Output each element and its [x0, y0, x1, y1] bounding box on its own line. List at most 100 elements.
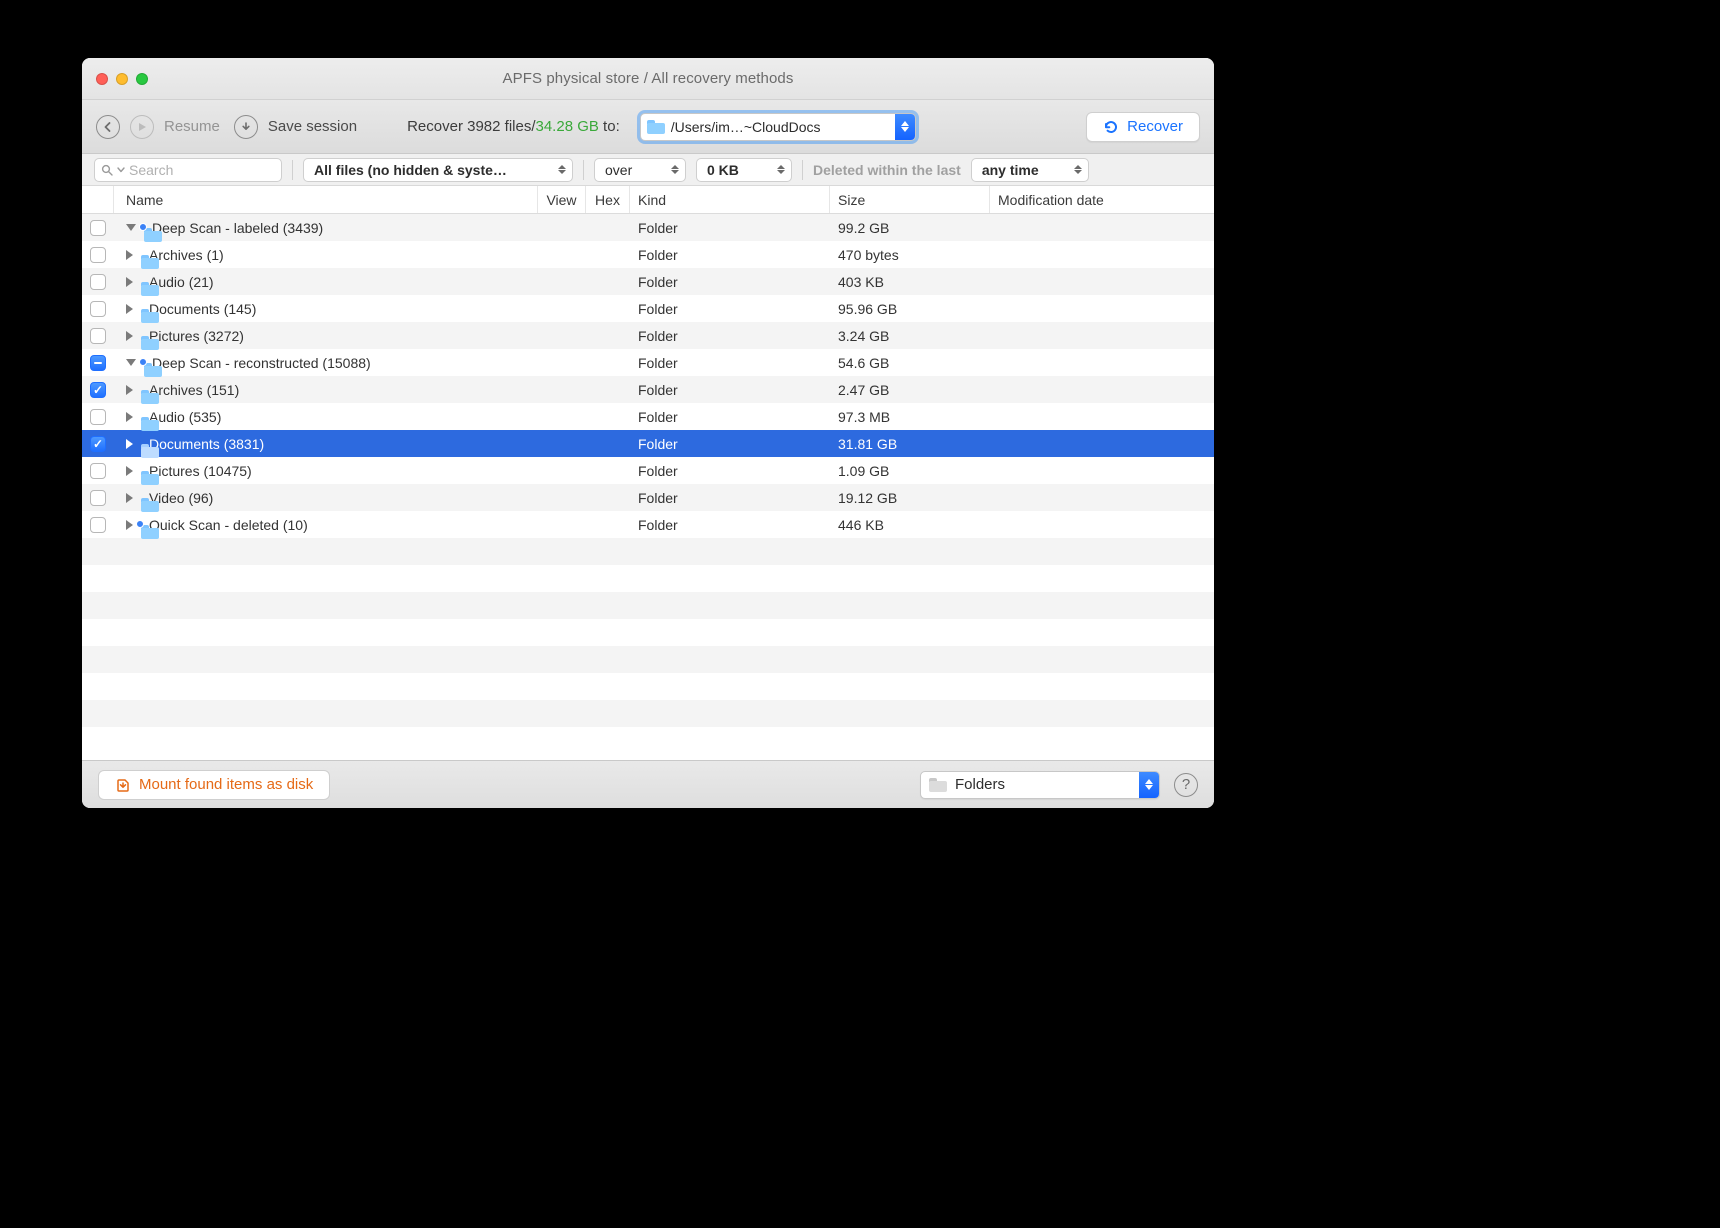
tree-row[interactable]: Documents (3831)Folder31.81 GB: [82, 430, 1214, 457]
search-input[interactable]: Search: [94, 158, 282, 182]
footer-bar: Mount found items as disk Folders ?: [82, 760, 1214, 808]
disclosure-triangle-closed-icon[interactable]: [126, 439, 133, 449]
tree-row[interactable]: Pictures (3272)Folder3.24 GB: [82, 322, 1214, 349]
tree-row[interactable]: Audio (535)Folder97.3 MB: [82, 403, 1214, 430]
recover-summary: Recover 3982 files/34.28 GB to:: [407, 118, 620, 135]
recover-button-label: Recover: [1127, 118, 1183, 135]
mount-items-button[interactable]: Mount found items as disk: [98, 770, 330, 800]
time-filter-dropdown[interactable]: any time: [971, 158, 1089, 182]
disclosure-triangle-closed-icon[interactable]: [126, 304, 133, 314]
file-filter-dropdown[interactable]: All files (no hidden & syste…: [303, 158, 573, 182]
row-checkbox[interactable]: [90, 220, 106, 236]
size-value-dropdown[interactable]: 0 KB: [696, 158, 792, 182]
search-icon: [101, 164, 113, 176]
disclosure-triangle-closed-icon[interactable]: [126, 250, 133, 260]
view-mode-label: Folders: [955, 776, 1139, 793]
empty-row: [82, 673, 1214, 700]
row-checkbox[interactable]: [90, 328, 106, 344]
scan-badge-icon: [139, 223, 147, 231]
zoom-window-button[interactable]: [136, 73, 148, 85]
row-name: Documents (145): [149, 301, 256, 317]
back-button[interactable]: [96, 115, 120, 139]
row-kind: Folder: [630, 328, 830, 344]
row-size: 446 KB: [830, 517, 990, 533]
disclosure-triangle-closed-icon[interactable]: [126, 466, 133, 476]
save-session-label: Save session: [268, 118, 357, 135]
row-checkbox[interactable]: [90, 463, 106, 479]
row-size: 470 bytes: [830, 247, 990, 263]
chevron-updown-icon[interactable]: [1139, 772, 1159, 798]
filter-bar: Search All files (no hidden & syste… ove…: [82, 154, 1214, 186]
tree-row[interactable]: Deep Scan - labeled (3439)Folder99.2 GB: [82, 214, 1214, 241]
row-kind: Folder: [630, 220, 830, 236]
resume-button[interactable]: [130, 115, 154, 139]
help-button[interactable]: ?: [1174, 773, 1198, 797]
row-name: Pictures (10475): [149, 463, 252, 479]
row-checkbox[interactable]: [90, 490, 106, 506]
row-kind: Folder: [630, 247, 830, 263]
tree-row[interactable]: Audio (21)Folder403 KB: [82, 268, 1214, 295]
tree-row[interactable]: Quick Scan - deleted (10)Folder446 KB: [82, 511, 1214, 538]
col-kind[interactable]: Kind: [630, 186, 830, 213]
folder-icon: [929, 778, 947, 792]
row-kind: Folder: [630, 409, 830, 425]
row-checkbox[interactable]: [90, 517, 106, 533]
destination-path-combo[interactable]: /Users/im…~CloudDocs: [640, 113, 916, 141]
close-window-button[interactable]: [96, 73, 108, 85]
tree-row[interactable]: Archives (1)Folder470 bytes: [82, 241, 1214, 268]
col-hex[interactable]: Hex: [586, 186, 630, 213]
minimize-window-button[interactable]: [116, 73, 128, 85]
disclosure-triangle-closed-icon[interactable]: [126, 520, 133, 530]
titlebar: APFS physical store / All recovery metho…: [82, 58, 1214, 100]
size-value-text: 0 KB: [707, 162, 739, 178]
tree-row[interactable]: Archives (151)Folder2.47 GB: [82, 376, 1214, 403]
chevron-down-icon: [117, 166, 125, 174]
row-size: 95.96 GB: [830, 301, 990, 317]
col-size[interactable]: Size: [830, 186, 990, 213]
file-tree[interactable]: Deep Scan - labeled (3439)Folder99.2 GBA…: [82, 214, 1214, 760]
row-checkbox[interactable]: [90, 382, 106, 398]
empty-row: [82, 538, 1214, 565]
row-checkbox[interactable]: [90, 409, 106, 425]
row-checkbox[interactable]: [90, 355, 106, 371]
search-placeholder: Search: [129, 162, 173, 178]
disclosure-triangle-closed-icon[interactable]: [126, 412, 133, 422]
col-view[interactable]: View: [538, 186, 586, 213]
size-relation-dropdown[interactable]: over: [594, 158, 686, 182]
separator: [802, 160, 803, 180]
row-checkbox[interactable]: [90, 436, 106, 452]
separator: [292, 160, 293, 180]
row-size: 31.81 GB: [830, 436, 990, 452]
disclosure-triangle-open-icon[interactable]: [126, 224, 136, 231]
tree-row[interactable]: Pictures (10475)Folder1.09 GB: [82, 457, 1214, 484]
view-mode-combo[interactable]: Folders: [920, 771, 1160, 799]
col-name[interactable]: Name: [114, 186, 538, 213]
col-check: [82, 186, 114, 213]
tree-row[interactable]: Video (96)Folder19.12 GB: [82, 484, 1214, 511]
row-name: Archives (151): [149, 382, 239, 398]
tree-row[interactable]: Documents (145)Folder95.96 GB: [82, 295, 1214, 322]
destination-path-text: /Users/im…~CloudDocs: [671, 119, 895, 135]
empty-row: [82, 592, 1214, 619]
row-checkbox[interactable]: [90, 247, 106, 263]
save-session-button[interactable]: [234, 115, 258, 139]
empty-row: [82, 619, 1214, 646]
disclosure-triangle-closed-icon[interactable]: [126, 493, 133, 503]
disclosure-triangle-open-icon[interactable]: [126, 359, 136, 366]
tree-row[interactable]: Deep Scan - reconstructed (15088)Folder5…: [82, 349, 1214, 376]
disclosure-triangle-closed-icon[interactable]: [126, 277, 133, 287]
chevron-updown-icon: [558, 165, 566, 174]
disclosure-triangle-closed-icon[interactable]: [126, 331, 133, 341]
recover-button[interactable]: Recover: [1086, 112, 1200, 142]
col-modification-date[interactable]: Modification date: [990, 186, 1214, 213]
disclosure-triangle-closed-icon[interactable]: [126, 385, 133, 395]
row-size: 19.12 GB: [830, 490, 990, 506]
scan-badge-icon: [139, 358, 147, 366]
path-stepper-icon[interactable]: [895, 114, 915, 140]
time-filter-value: any time: [982, 162, 1039, 178]
resume-label: Resume: [164, 118, 220, 135]
row-checkbox[interactable]: [90, 301, 106, 317]
row-checkbox[interactable]: [90, 274, 106, 290]
toolbar: Resume Save session Recover 3982 files/3…: [82, 100, 1214, 154]
column-headers: Name View Hex Kind Size Modification dat…: [82, 186, 1214, 214]
